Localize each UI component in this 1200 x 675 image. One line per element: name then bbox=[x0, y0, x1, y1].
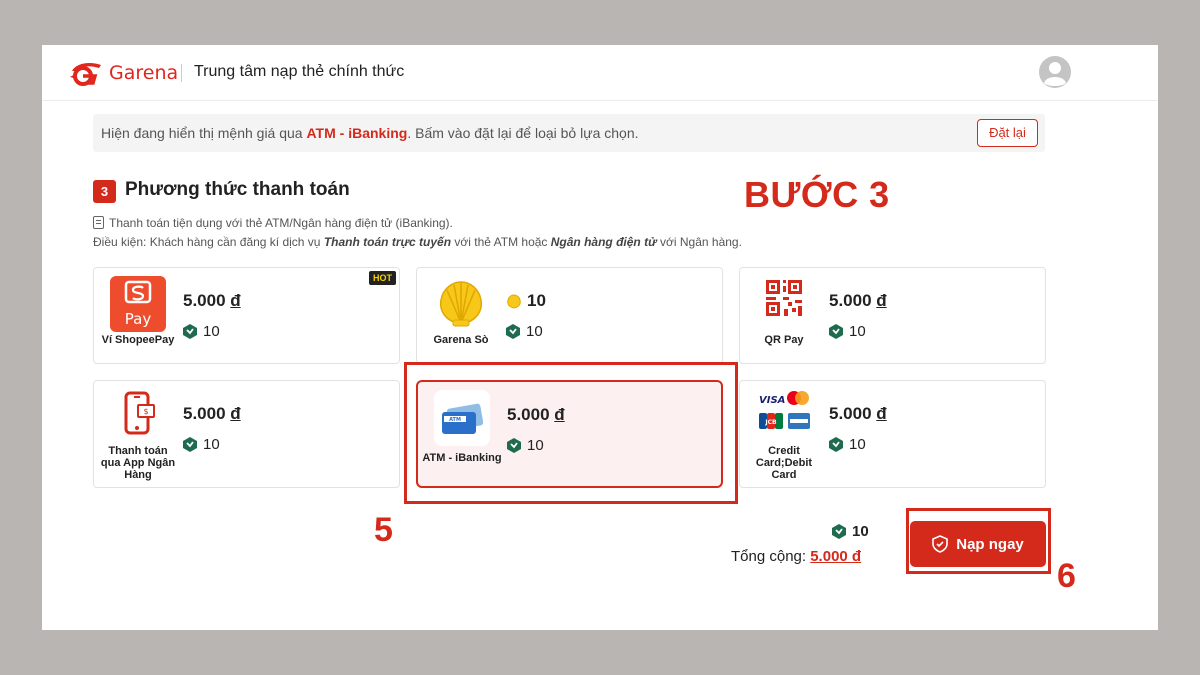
method-name: Thanh toán qua App Ngân Hàng bbox=[100, 445, 176, 481]
qr-code-icon bbox=[766, 280, 802, 316]
method-name: QR Pay bbox=[764, 334, 804, 346]
bonus-value: 10 bbox=[203, 436, 220, 453]
notice-suffix: . Bấm vào đặt lại để loại bỏ lựa chọn. bbox=[407, 125, 639, 141]
method-price: 5.000 đ bbox=[829, 291, 887, 311]
gem-icon bbox=[832, 524, 846, 539]
gem-icon bbox=[829, 437, 843, 452]
small-shell-icon bbox=[507, 293, 521, 309]
total-label: Tổng cộng: bbox=[731, 548, 811, 565]
currency-symbol: đ bbox=[876, 291, 887, 310]
method-name: Garena Sò bbox=[433, 334, 489, 346]
method-bonus: 10 bbox=[183, 323, 220, 340]
hot-badge: HOT bbox=[369, 271, 396, 285]
total-amount: 5.000 đ bbox=[810, 548, 862, 565]
reset-button[interactable]: Đặt lại bbox=[977, 119, 1038, 147]
header: Garena Trung tâm nạp thẻ chính thức bbox=[42, 45, 1158, 101]
payment-method-card-bank-app[interactable]: $ Thanh toán qua App Ngân Hàng 5.000 đ 1… bbox=[93, 380, 400, 488]
svg-text:VISA: VISA bbox=[759, 395, 785, 406]
user-avatar-icon[interactable] bbox=[1038, 55, 1072, 89]
method-price: 5.000 đ bbox=[829, 404, 887, 424]
bonus-value: 10 bbox=[849, 436, 866, 453]
price-value: 5.000 bbox=[183, 404, 226, 423]
method-bonus: 10 bbox=[829, 436, 866, 453]
gem-icon bbox=[829, 324, 843, 339]
bonus-value: 10 bbox=[849, 323, 866, 340]
currency-symbol: đ bbox=[876, 404, 887, 423]
price-value: 5.000 bbox=[829, 404, 872, 423]
currency-symbol: đ bbox=[230, 404, 241, 423]
payment-conditions: Điều kiện: Khách hàng cần đăng kí dịch v… bbox=[93, 235, 742, 249]
method-bonus: 10 bbox=[183, 436, 220, 453]
bonus-value: 10 bbox=[526, 323, 543, 340]
svg-text:JCB: JCB bbox=[764, 419, 777, 426]
payment-method-card-credit-debit[interactable]: VISA JCB Credit Card;Debit Card 5.000 đ … bbox=[739, 380, 1046, 488]
price-value: 5.000 bbox=[829, 291, 872, 310]
total-bonus: 10 bbox=[832, 523, 869, 540]
gem-icon bbox=[183, 437, 197, 452]
gem-icon bbox=[183, 324, 197, 339]
annotation-box-pay bbox=[906, 508, 1051, 574]
shell-icon bbox=[439, 281, 483, 327]
notice-text: Hiện đang hiển thị mệnh giá qua ATM - iB… bbox=[101, 125, 639, 141]
payment-page: Garena Trung tâm nạp thẻ chính thức Hiện… bbox=[42, 45, 1158, 630]
total-bonus-value: 10 bbox=[852, 523, 869, 540]
selection-notice: Hiện đang hiển thị mệnh giá qua ATM - iB… bbox=[93, 114, 1045, 152]
page-title: Trung tâm nạp thẻ chính thức bbox=[194, 63, 405, 80]
notice-highlight: ATM - iBanking bbox=[306, 125, 408, 141]
conditions-text-a: Điều kiện: Khách hàng cần đăng kí dịch v… bbox=[93, 235, 324, 249]
payment-method-card-garena-so[interactable]: Garena Sò 10 10 bbox=[416, 267, 723, 364]
payment-description: Thanh toán tiện dụng với thẻ ATM/Ngân hà… bbox=[93, 216, 453, 230]
price-value: 10 bbox=[527, 291, 546, 310]
method-name: Credit Card;Debit Card bbox=[755, 445, 813, 481]
price-value: 5.000 bbox=[183, 291, 226, 310]
gem-icon bbox=[506, 324, 520, 339]
annotation-number-5: 5 bbox=[374, 511, 393, 549]
notice-prefix: Hiện đang hiển thị mệnh giá qua bbox=[101, 125, 307, 141]
method-bonus: 10 bbox=[829, 323, 866, 340]
credit-card-icon: VISA JCB bbox=[759, 391, 810, 429]
method-price: 5.000 đ bbox=[183, 291, 241, 311]
shopeepay-icon: Pay bbox=[110, 276, 166, 332]
svg-text:$: $ bbox=[143, 407, 148, 416]
section-title: Phương thức thanh toán bbox=[125, 179, 350, 200]
header-divider bbox=[181, 64, 182, 82]
bank-app-icon: $ bbox=[124, 391, 155, 435]
description-line-1: Thanh toán tiện dụng với thẻ ATM/Ngân hà… bbox=[109, 216, 453, 230]
brand-name[interactable]: Garena bbox=[109, 62, 178, 84]
document-icon bbox=[93, 216, 104, 229]
payment-method-card-qr-pay[interactable]: QR Pay 5.000 đ 10 bbox=[739, 267, 1046, 364]
step-annotation: BƯỚC 3 bbox=[744, 174, 890, 215]
garena-logo-icon[interactable] bbox=[68, 59, 104, 87]
payment-method-card-shopeepay[interactable]: HOT Pay Ví ShopeePay 5.000 đ 10 bbox=[93, 267, 400, 364]
total-amount-line: Tổng cộng: 5.000 đ bbox=[731, 548, 861, 565]
annotation-box-atm bbox=[404, 362, 738, 504]
annotation-number-6: 6 bbox=[1057, 557, 1076, 595]
currency-symbol: đ bbox=[230, 291, 241, 310]
conditions-text-d: Ngân hàng điện tử bbox=[550, 235, 657, 249]
conditions-text-b: Thanh toán trực tuyến bbox=[323, 235, 452, 249]
method-price: 5.000 đ bbox=[183, 404, 241, 424]
step-number-badge: 3 bbox=[93, 180, 116, 203]
method-name: Ví ShopeePay bbox=[101, 334, 175, 346]
bonus-value: 10 bbox=[203, 323, 220, 340]
method-price: 10 bbox=[506, 291, 546, 311]
conditions-text-e: với Ngân hàng. bbox=[656, 235, 742, 249]
conditions-text-c: với thẻ ATM hoặc bbox=[451, 235, 551, 249]
method-bonus: 10 bbox=[506, 323, 543, 340]
svg-text:Pay: Pay bbox=[125, 310, 152, 328]
